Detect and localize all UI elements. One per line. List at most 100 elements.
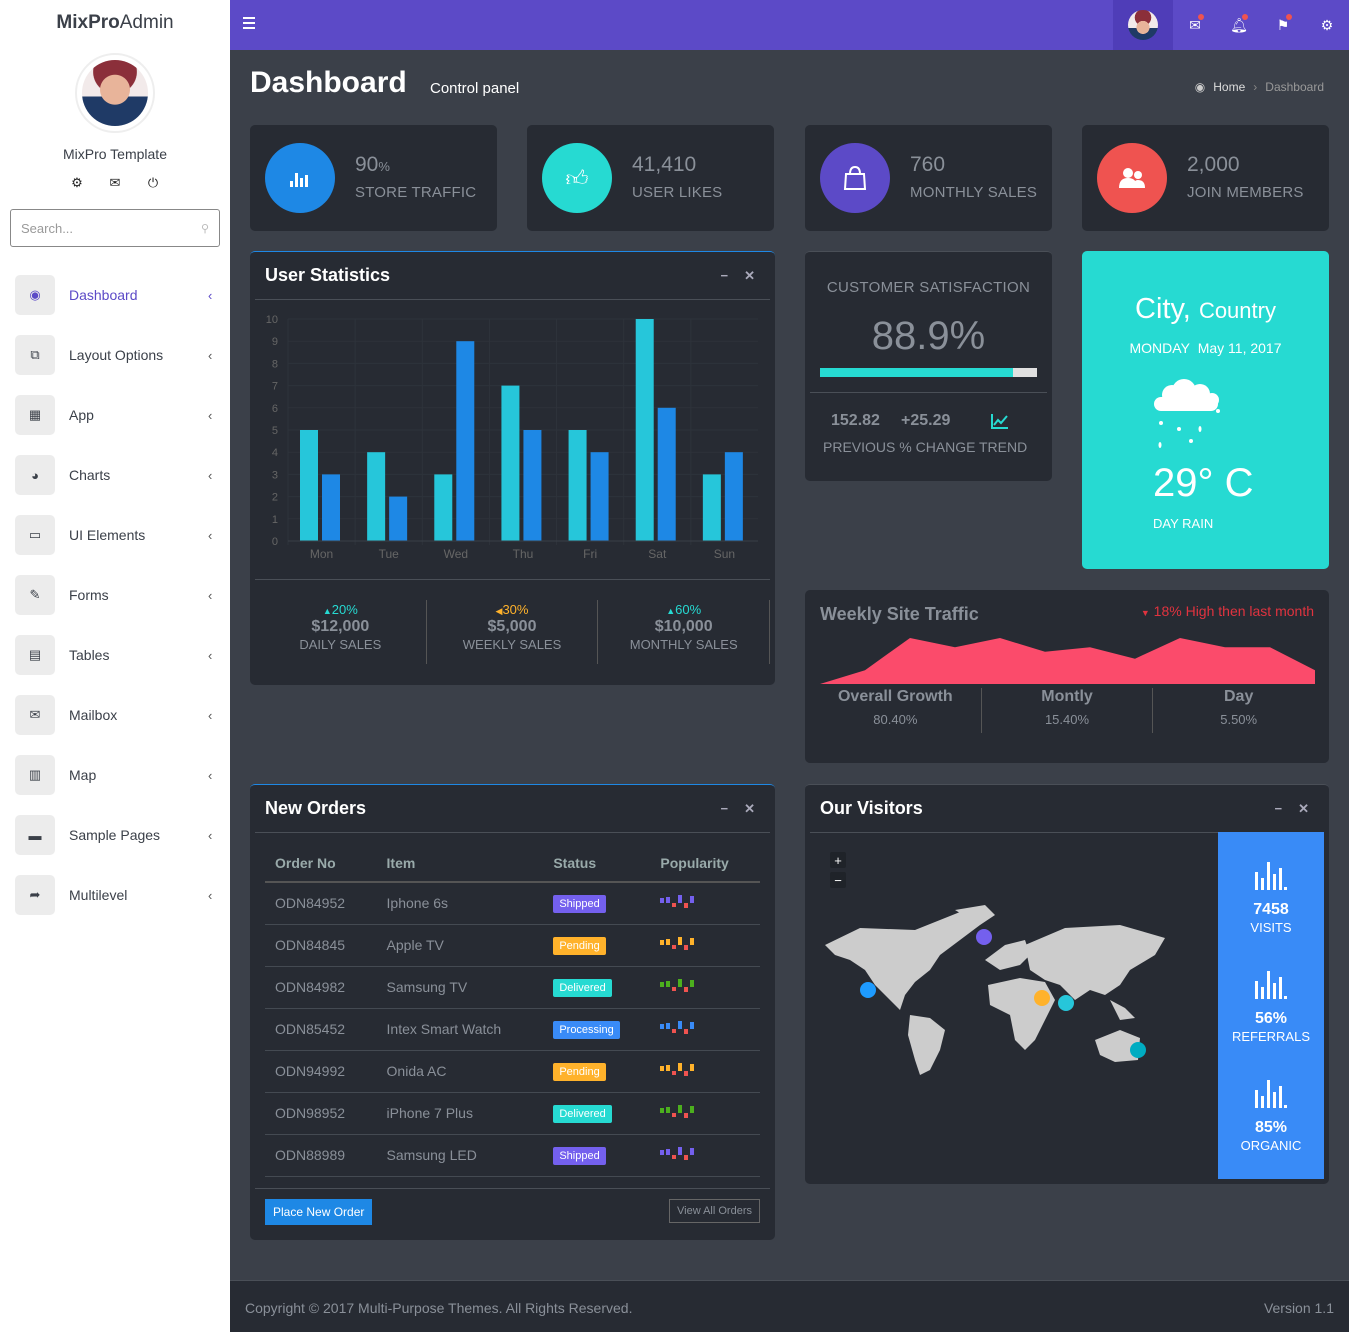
- customer-satisfaction-panel: CUSTOMER SATISFACTION 88.9% 152.82 +25.2…: [805, 251, 1052, 481]
- bar-chart-icon: [1255, 862, 1287, 890]
- table-row[interactable]: ODN84845 Apple TV Pending: [265, 924, 760, 967]
- view-all-orders-button[interactable]: View All Orders: [669, 1199, 760, 1223]
- minimize-icon[interactable]: −: [1275, 801, 1283, 817]
- traffic-stat: Overall Growth 80.40%: [810, 688, 982, 733]
- spark-bar: [690, 979, 695, 987]
- minimize-icon[interactable]: −: [721, 801, 729, 817]
- y-tick-label: 2: [272, 492, 278, 504]
- sidebar-item-charts[interactable]: ◕ Charts ‹: [0, 445, 230, 505]
- sidebar-item-ui-elements[interactable]: ▭ UI Elements ‹: [0, 505, 230, 565]
- bar-mon-series-2: [322, 474, 340, 541]
- spark-bar: [666, 938, 671, 945]
- sidebar-item-layout-options[interactable]: ⧉ Layout Options ‹: [0, 325, 230, 385]
- y-tick-label: 0: [272, 536, 278, 548]
- minimize-icon[interactable]: −: [721, 268, 729, 284]
- y-tick-label: 6: [272, 403, 278, 415]
- y-tick-label: 7: [272, 381, 278, 393]
- table-row[interactable]: ODN85452 Intex Smart Watch Processing: [265, 1008, 760, 1051]
- spark-bar: [672, 986, 677, 991]
- previous-value: 152.82: [831, 412, 880, 429]
- sidebar-item-forms[interactable]: ✎ Forms ‹: [0, 565, 230, 625]
- panel-title: New Orders: [265, 798, 367, 818]
- table-row[interactable]: ODN84982 Samsung TV Delivered: [265, 966, 760, 1009]
- order-item: Iphone 6s: [376, 882, 544, 925]
- map-icon: ▥: [15, 755, 55, 795]
- close-icon[interactable]: ✕: [744, 801, 755, 817]
- close-icon[interactable]: ✕: [1298, 801, 1309, 817]
- search-icon[interactable]: ⚲: [201, 222, 209, 235]
- sidebar-item-sample-pages[interactable]: ▬ Sample Pages ‹: [0, 805, 230, 865]
- map-zoom-in-button[interactable]: +: [830, 852, 846, 868]
- sidebar-item-label: Multilevel: [69, 887, 128, 903]
- traffic-stat: Day 5.50%: [1153, 688, 1324, 733]
- envelope-icon[interactable]: ✉: [108, 175, 122, 191]
- column-header: Order No: [265, 847, 377, 883]
- sidebar-item-app[interactable]: ▦ App ‹: [0, 385, 230, 445]
- spark-bar: [678, 978, 683, 987]
- status-badge: Shipped: [553, 1146, 606, 1165]
- info-box-join-members: 2,000 JOIN MEMBERS: [1082, 125, 1329, 231]
- x-tick-label: Fri: [583, 547, 597, 561]
- pie-chart-icon: ◕: [15, 455, 55, 495]
- map-zoom-out-button[interactable]: −: [830, 872, 846, 888]
- table-row[interactable]: ODN98952 iPhone 7 Plus Delivered: [265, 1092, 760, 1135]
- spark-bar: [672, 1028, 677, 1033]
- spark-bar: [690, 1021, 695, 1029]
- sidebar-item-multilevel[interactable]: ➦ Multilevel ‹: [0, 865, 230, 925]
- table-row[interactable]: ODN94992 Onida AC Pending: [265, 1050, 760, 1093]
- flag-icon[interactable]: ⚑: [1261, 0, 1305, 50]
- spark-bar: [690, 895, 695, 903]
- bar-wed-series-2: [456, 341, 475, 541]
- spark-bar: [690, 1063, 695, 1071]
- spark-bar: [684, 1028, 689, 1034]
- spark-bar: [660, 1107, 665, 1113]
- weather-card: City, Country MONDAY May 11, 2017 29° C …: [1082, 251, 1329, 569]
- bell-icon[interactable]: 🔔︎: [1217, 0, 1261, 50]
- y-tick-label: 4: [272, 447, 278, 459]
- power-icon[interactable]: ⏻: [146, 175, 160, 191]
- weekly-traffic-chart: [820, 638, 1315, 684]
- menu-toggle-icon[interactable]: [243, 17, 255, 32]
- visitor-stat-label: VISITS: [1250, 920, 1292, 935]
- close-icon[interactable]: ✕: [744, 268, 755, 284]
- sidebar-item-map[interactable]: ▥ Map ‹: [0, 745, 230, 805]
- table-icon: ▤: [15, 635, 55, 675]
- place-new-order-button[interactable]: Place New Order: [265, 1199, 373, 1225]
- search-input[interactable]: [21, 220, 201, 236]
- user-avatar[interactable]: [75, 53, 155, 133]
- topbar-user-avatar[interactable]: [1113, 0, 1173, 50]
- x-tick-label: Sun: [714, 547, 735, 561]
- caret-up-icon: ▲: [666, 606, 676, 616]
- sidebar-item-mailbox[interactable]: ✉ Mailbox ‹: [0, 685, 230, 745]
- info-box-value: 760: [910, 153, 946, 176]
- gear-icon[interactable]: ⚙: [70, 175, 84, 191]
- sidebar-item-label: Layout Options: [69, 347, 164, 363]
- caret-up-icon: ▲: [322, 606, 332, 616]
- notification-dot: [1286, 14, 1292, 20]
- bar-wed-series-1: [434, 474, 453, 541]
- x-tick-label: Sat: [648, 547, 667, 561]
- spark-bar: [678, 936, 683, 945]
- x-tick-label: Wed: [444, 547, 468, 561]
- bar-sat-series-1: [635, 319, 654, 541]
- bar-sun-series-2: [724, 452, 743, 541]
- app-logo[interactable]: MixProAdmin: [0, 12, 230, 34]
- sidebar-item-tables[interactable]: ▤ Tables ‹: [0, 625, 230, 685]
- order-number: ODN88989: [265, 1134, 377, 1177]
- sidebar-item-dashboard[interactable]: ◉ Dashboard ‹: [0, 265, 230, 325]
- bar-chart-icon: [1255, 1080, 1287, 1108]
- popularity-sparkline: [660, 1104, 695, 1118]
- envelope-icon[interactable]: ✉: [1173, 0, 1217, 50]
- chevron-left-icon: ‹: [208, 407, 213, 423]
- visitor-stat-value: 56%: [1254, 1010, 1288, 1027]
- sidebar-nav: ◉ Dashboard ‹ ⧉ Layout Options ‹ ▦ App ‹ ◕ Charts ‹…: [0, 265, 230, 925]
- sidebar-item-label: Tables: [69, 647, 110, 663]
- gear-icon[interactable]: ⚙: [1305, 0, 1349, 50]
- table-row[interactable]: ODN84952 Iphone 6s Shipped: [265, 882, 760, 925]
- dashboard-icon: ◉: [1194, 80, 1206, 94]
- bar-tue-series-1: [367, 452, 386, 541]
- breadcrumb-home[interactable]: Home: [1213, 80, 1245, 94]
- chevron-left-icon: ‹: [208, 707, 213, 723]
- traffic-note: ▼ 18% High then last month: [1140, 603, 1314, 619]
- table-row[interactable]: ODN88989 Samsung LED Shipped: [265, 1134, 760, 1177]
